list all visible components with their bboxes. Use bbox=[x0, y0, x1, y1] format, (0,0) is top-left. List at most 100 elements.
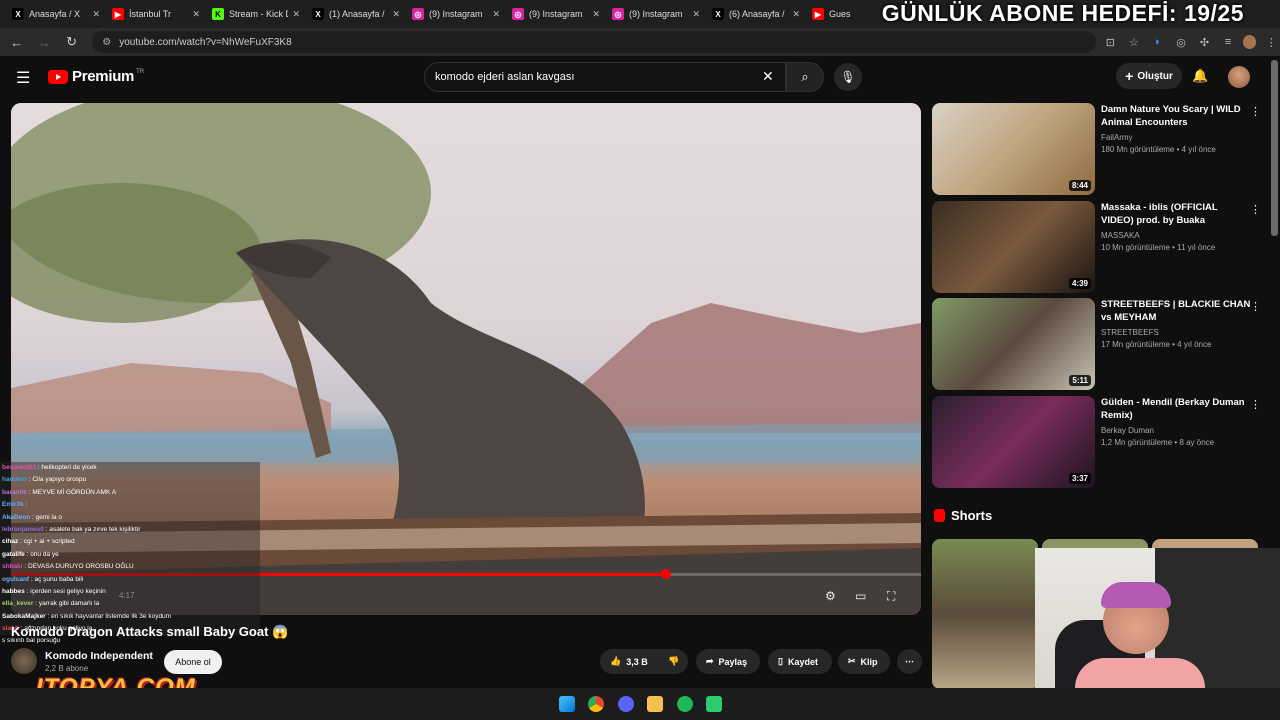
dislike-button[interactable]: 👎 bbox=[658, 649, 688, 674]
site-info-icon[interactable]: ⚙ bbox=[102, 37, 111, 48]
browser-tab[interactable]: ◎ (9) Instagram ✕ bbox=[606, 1, 706, 27]
browser-tab[interactable]: K Stream - Kick D ✕ bbox=[206, 1, 306, 27]
more-options-icon[interactable]: ⋮ bbox=[1250, 105, 1261, 118]
media-icon[interactable]: ≡ bbox=[1219, 33, 1237, 51]
video-duration: 3:37 bbox=[1068, 473, 1091, 484]
discord-icon[interactable] bbox=[618, 696, 634, 712]
browser-tab[interactable]: ▶ İstanbul Tr ✕ bbox=[106, 1, 206, 27]
video-thumbnail[interactable]: 4:39 bbox=[932, 201, 1095, 293]
browser-tab[interactable]: X (1) Anasayfa / ✕ bbox=[306, 1, 406, 27]
short-thumbnail[interactable] bbox=[932, 539, 1038, 689]
forward-icon[interactable]: → bbox=[33, 31, 54, 53]
recommended-video[interactable]: 5:11 STREETBEEFS | BLACKIE CHAN vs MEYHAM… bbox=[932, 298, 1262, 390]
install-icon[interactable]: ⊡ bbox=[1102, 33, 1120, 51]
extension-icon[interactable]: ◎ bbox=[1172, 33, 1190, 51]
channel-name[interactable]: FailArmy bbox=[1101, 133, 1133, 142]
like-button[interactable]: 👍 3,3 B bbox=[600, 649, 658, 674]
chrome-icon[interactable] bbox=[588, 696, 604, 712]
youtube-logo[interactable]: Premium TR bbox=[48, 68, 144, 85]
channel-name[interactable]: Komodo Independent bbox=[45, 650, 153, 662]
settings-icon[interactable]: ⚙ bbox=[825, 589, 836, 603]
recommended-video[interactable]: 8:44 Damn Nature You Scary | WILD Animal … bbox=[932, 103, 1262, 195]
chat-username: AkaDeon bbox=[2, 513, 31, 521]
close-tab-icon[interactable]: ✕ bbox=[192, 9, 200, 20]
clip-button[interactable]: ✂ Klip bbox=[838, 649, 890, 674]
more-options-icon[interactable]: ⋮ bbox=[1250, 300, 1261, 313]
app-icon[interactable] bbox=[706, 696, 722, 712]
close-tab-icon[interactable]: ✕ bbox=[392, 9, 400, 20]
chat-text: içerden sesi geliyo keçinin bbox=[30, 587, 106, 595]
bookmark-star-icon[interactable]: ☆ bbox=[1125, 33, 1143, 51]
close-tab-icon[interactable]: ✕ bbox=[792, 9, 800, 20]
chat-username: ella_kever bbox=[2, 600, 34, 608]
logo-text: Premium bbox=[72, 68, 135, 85]
clip-label: Klip bbox=[860, 656, 878, 667]
puzzle-icon[interactable]: ✣ bbox=[1196, 33, 1214, 51]
save-label: Kaydet bbox=[787, 656, 818, 667]
chat-text: en sıkık hayvanlar listemde ilk 3e koydu… bbox=[51, 612, 172, 620]
theater-mode-icon[interactable]: ▭ bbox=[855, 589, 866, 603]
video-title[interactable]: Gülden - Mendil (Berkay Duman Remix) bbox=[1101, 396, 1251, 422]
fullscreen-icon[interactable]: ⛶ bbox=[887, 589, 895, 604]
create-button[interactable]: + Oluştur bbox=[1116, 63, 1182, 89]
video-title[interactable]: Damn Nature You Scary | WILD Animal Enco… bbox=[1101, 103, 1251, 129]
tab-title: Gues bbox=[829, 9, 851, 19]
video-title[interactable]: STREETBEEFS | BLACKIE CHAN vs MEYHAM bbox=[1101, 298, 1251, 324]
browser-tab[interactable]: X Anasayfa / X ✕ bbox=[6, 1, 106, 27]
browser-tab[interactable]: ◎ (9) Instagram ✕ bbox=[406, 1, 506, 27]
subscribe-button[interactable]: Abone ol bbox=[164, 650, 222, 674]
video-title[interactable]: Massaka - iblis (OFFICIAL VIDEO) prod. b… bbox=[1101, 201, 1251, 227]
recommended-video[interactable]: 4:39 Massaka - iblis (OFFICIAL VIDEO) pro… bbox=[932, 201, 1262, 293]
scrollbar[interactable] bbox=[1271, 60, 1278, 236]
spotify-icon[interactable] bbox=[677, 696, 693, 712]
os-taskbar bbox=[0, 688, 1280, 720]
back-icon[interactable]: ← bbox=[6, 31, 27, 53]
windows-start-icon[interactable] bbox=[559, 696, 575, 712]
more-actions-icon[interactable]: ⋯ bbox=[897, 649, 922, 674]
profile-icon[interactable] bbox=[1242, 35, 1257, 49]
x-icon: X bbox=[312, 8, 324, 20]
chat-username: habbes bbox=[2, 587, 25, 595]
clear-search-icon[interactable]: ✕ bbox=[762, 68, 774, 85]
search-icon: ⌕ bbox=[801, 69, 809, 84]
thumbs-up-icon: 👍 bbox=[610, 656, 622, 666]
close-tab-icon[interactable]: ✕ bbox=[592, 9, 600, 20]
browser-tab[interactable]: ◎ (9) Instagram ✕ bbox=[506, 1, 606, 27]
instagram-icon: ◎ bbox=[512, 8, 524, 20]
notifications-icon[interactable]: 🔔 bbox=[1192, 68, 1208, 84]
close-tab-icon[interactable]: ✕ bbox=[92, 9, 100, 20]
video-thumbnail[interactable]: 5:11 bbox=[932, 298, 1095, 390]
channel-name[interactable]: Berkay Duman bbox=[1101, 426, 1154, 435]
browser-menu-icon[interactable]: ⋮ bbox=[1262, 33, 1280, 51]
tab-title: (6) Anasayfa / bbox=[729, 9, 785, 19]
menu-icon[interactable]: ☰ bbox=[16, 68, 30, 88]
file-explorer-icon[interactable] bbox=[647, 696, 663, 712]
video-thumbnail[interactable]: 3:37 bbox=[932, 396, 1095, 488]
more-options-icon[interactable]: ⋮ bbox=[1250, 203, 1261, 216]
share-button[interactable]: ➦ Paylaş bbox=[696, 649, 760, 674]
more-options-icon[interactable]: ⋮ bbox=[1250, 398, 1261, 411]
shorts-icon bbox=[934, 509, 945, 522]
url-field[interactable]: ⚙ youtube.com/watch?v=NhWeFuXF3K8 bbox=[92, 31, 1096, 53]
search-input[interactable]: komodo ejderi aslan kavgası bbox=[424, 62, 786, 92]
tab-title: (9) Instagram bbox=[429, 9, 483, 19]
reload-icon[interactable]: ↻ bbox=[61, 31, 82, 53]
save-button[interactable]: ▯ Kaydet bbox=[768, 649, 832, 674]
tab-title: (9) Instagram bbox=[629, 9, 683, 19]
avatar[interactable] bbox=[1228, 66, 1250, 88]
voice-search-icon[interactable]: 🎙 bbox=[834, 63, 862, 91]
browser-tab[interactable]: X (6) Anasayfa / ✕ bbox=[706, 1, 806, 27]
chat-username: cihaz bbox=[2, 538, 19, 546]
video-thumbnail[interactable]: 8:44 bbox=[932, 103, 1095, 195]
search-button[interactable]: ⌕ bbox=[786, 62, 824, 92]
close-tab-icon[interactable]: ✕ bbox=[292, 9, 300, 20]
recommended-video[interactable]: 3:37 Gülden - Mendil (Berkay Duman Remix)… bbox=[932, 396, 1262, 488]
extension-icon[interactable]: ◗ bbox=[1149, 33, 1167, 51]
channel-avatar[interactable] bbox=[11, 648, 37, 674]
channel-name[interactable]: STREETBEEFS bbox=[1101, 328, 1159, 337]
close-tab-icon[interactable]: ✕ bbox=[492, 9, 500, 20]
channel-name[interactable]: MASSAKA bbox=[1101, 231, 1140, 240]
chat-message: ogulcanf : aç şunu baba bili bbox=[0, 573, 260, 586]
chat-username: besaract61 bbox=[2, 464, 36, 471]
close-tab-icon[interactable]: ✕ bbox=[692, 9, 700, 20]
